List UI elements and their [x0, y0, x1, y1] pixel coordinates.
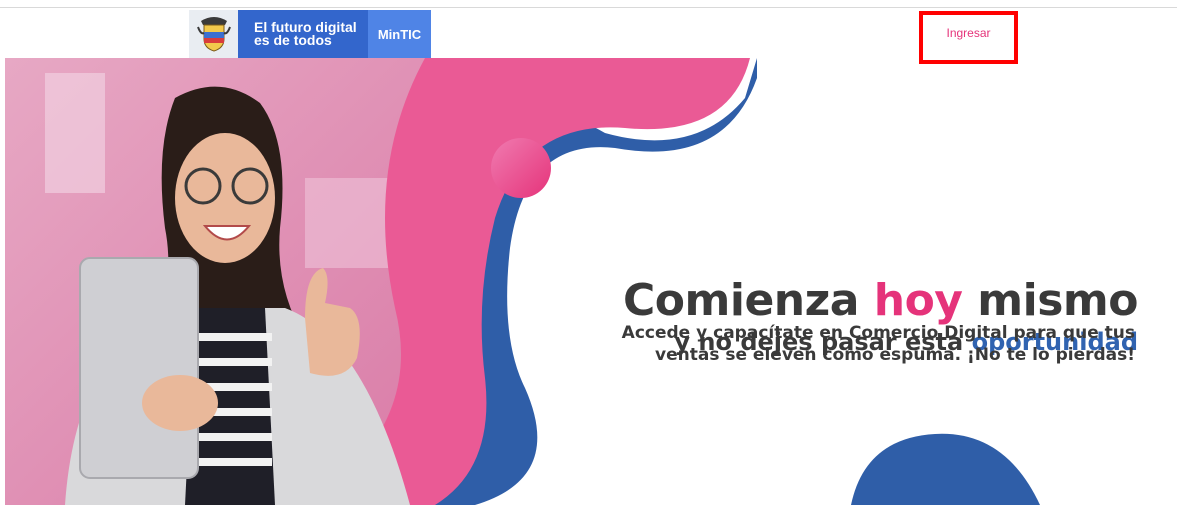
holding-hand [142, 375, 218, 431]
gov-logo-bar[interactable]: El futuro digital es de todos MinTIC [189, 10, 431, 58]
login-button[interactable]: Ingresar [919, 11, 1018, 64]
shirt-stripe-2 [190, 358, 272, 366]
hero-title-part2: mismo [962, 275, 1138, 326]
gov-slogan-line2: es de todos [254, 32, 332, 48]
gov-slogan: El futuro digital es de todos [238, 10, 368, 58]
hero-banner: Comienza hoy mismo y no dejes pasar esta… [5, 58, 1177, 505]
hero-description: Accede y capacítate en Comercio Digital … [621, 323, 1135, 365]
blue-blob [851, 433, 1040, 505]
colombia-coat-of-arms-icon [189, 10, 238, 58]
shirt-stripe-5 [190, 433, 272, 441]
top-divider [0, 7, 1177, 8]
mintic-badge: MinTIC [368, 10, 431, 58]
pink-ball [491, 138, 551, 198]
office-window [45, 73, 105, 193]
laptop [79, 257, 199, 479]
shirt-stripe-1 [190, 333, 272, 341]
hero-title-highlight: hoy [873, 275, 963, 326]
hero-title: Comienza hoy mismo [623, 275, 1138, 327]
hero-title-part1: Comienza [623, 275, 874, 326]
shirt-stripe-6 [190, 458, 272, 466]
